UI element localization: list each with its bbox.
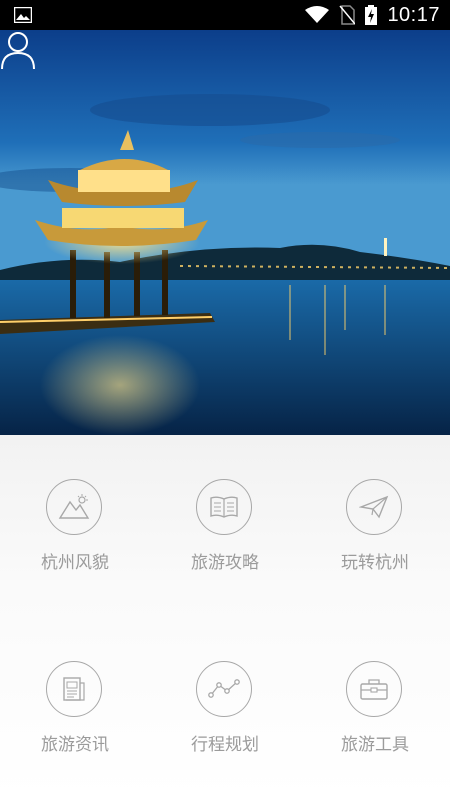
no-sim-icon xyxy=(339,5,356,25)
news-icon xyxy=(46,661,102,717)
menu-item-travel-news[interactable]: 旅游资讯 xyxy=(0,617,150,755)
feature-menu: 杭州风貌 旅游攻略 玩转杭州 旅游资讯 行程规划 旅游工具 xyxy=(0,435,450,800)
book-icon xyxy=(196,479,252,535)
menu-label: 行程规划 xyxy=(191,735,259,755)
menu-item-hangzhou-scenery[interactable]: 杭州风貌 xyxy=(0,435,150,573)
landscape-icon xyxy=(46,479,102,535)
menu-label: 玩转杭州 xyxy=(341,553,409,573)
menu-label: 杭州风貌 xyxy=(41,553,109,573)
clock: 10:17 xyxy=(387,3,440,26)
user-icon[interactable] xyxy=(0,30,36,70)
route-icon xyxy=(196,661,252,717)
wifi-icon xyxy=(305,6,330,23)
menu-item-travel-tools[interactable]: 旅游工具 xyxy=(300,617,450,755)
menu-item-explore-hangzhou[interactable]: 玩转杭州 xyxy=(300,435,450,573)
toolbox-icon xyxy=(346,661,402,717)
menu-item-itinerary-planning[interactable]: 行程规划 xyxy=(150,617,300,755)
menu-label: 旅游工具 xyxy=(341,735,409,755)
paper-plane-icon xyxy=(346,479,402,535)
status-bar: 10:17 xyxy=(0,0,450,30)
menu-item-travel-guide[interactable]: 旅游攻略 xyxy=(150,435,300,573)
battery-charging-icon xyxy=(365,5,378,25)
hero-banner[interactable] xyxy=(0,30,450,435)
menu-label: 旅游资讯 xyxy=(41,735,109,755)
west-lake-pavilion-image xyxy=(0,30,450,435)
image-icon xyxy=(14,7,32,23)
menu-label: 旅游攻略 xyxy=(191,553,259,573)
